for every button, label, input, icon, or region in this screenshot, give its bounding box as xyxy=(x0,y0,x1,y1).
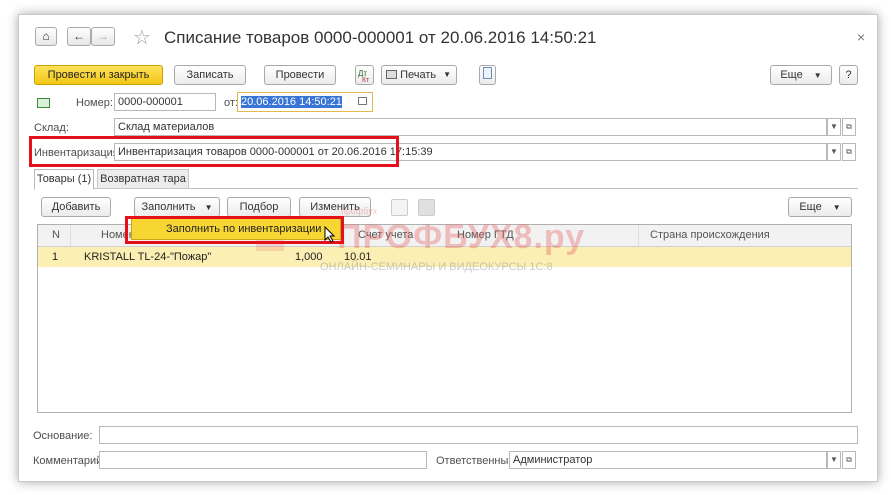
responsible-label: Ответственный: xyxy=(436,455,518,467)
watermark-subtitle: ОНЛАЙН-СЕМИНАРЫ И ВИДЕОКУРСЫ 1С:8 xyxy=(320,261,553,273)
post-and-close-button[interactable]: Провести и закрыть xyxy=(34,65,163,85)
inventory-open-icon[interactable]: ⧉ xyxy=(842,143,856,161)
basis-field[interactable] xyxy=(99,426,858,444)
responsible-dropdown-icon[interactable]: ▼ xyxy=(827,451,841,469)
fill-label: Заполнить xyxy=(141,201,196,213)
close-icon[interactable]: × xyxy=(857,29,865,45)
back-button[interactable]: ← xyxy=(67,27,91,46)
warehouse-open-icon[interactable]: ⧉ xyxy=(842,118,856,136)
table-more-label: Еще xyxy=(799,201,822,213)
row-quantity: 1,000 xyxy=(295,251,323,263)
favorite-star-icon[interactable]: ☆ xyxy=(133,25,151,50)
paste-icon[interactable] xyxy=(418,199,435,216)
inventory-dropdown-icon[interactable]: ▼ xyxy=(827,143,841,161)
select-button[interactable]: Подбор xyxy=(227,197,291,217)
more-actions-button[interactable]: Еще ▼ xyxy=(770,65,832,85)
highlight-inventory-box xyxy=(29,136,399,167)
print-button[interactable]: Печать ▼ xyxy=(381,65,457,85)
responsible-field[interactable]: Администратор xyxy=(509,451,827,469)
column-header-country[interactable]: Страна происхождения xyxy=(638,225,851,246)
table-more-button[interactable]: Еще ▼ xyxy=(788,197,852,217)
comment-field[interactable] xyxy=(99,451,427,469)
comment-label: Комментарий: xyxy=(33,455,106,467)
cursor-pointer-icon xyxy=(324,226,336,243)
date-field[interactable]: 20.06.2016 14:50:21 xyxy=(237,92,373,112)
post-button[interactable]: Провести xyxy=(264,65,336,85)
chevron-down-icon: ▼ xyxy=(832,203,841,212)
watermark-title: ПРОФБУХ8.ру xyxy=(337,218,586,256)
dt-kt-button[interactable]: Дт Кт xyxy=(355,65,374,85)
print-label: Печать xyxy=(400,69,437,81)
fill-button[interactable]: Заполнить ▼ xyxy=(134,197,220,217)
date-value: 20.06.2016 14:50:21 xyxy=(241,96,342,108)
tab-returnable-containers[interactable]: Возвратная тара xyxy=(97,169,189,189)
warehouse-field[interactable]: Склад материалов xyxy=(114,118,827,136)
document-icon xyxy=(483,67,492,79)
warehouse-dropdown-icon[interactable]: ▼ xyxy=(827,118,841,136)
highlight-menu-box xyxy=(125,216,344,244)
responsible-open-icon[interactable]: ⧉ xyxy=(842,451,856,469)
basis-label: Основание: xyxy=(33,430,93,442)
home-icon: ⌂ xyxy=(42,29,50,43)
number-field[interactable]: 0000-000001 xyxy=(114,93,216,111)
more-label: Еще xyxy=(780,69,803,81)
document-window: ⌂ ← → ☆ Списание товаров 0000-000001 от … xyxy=(18,14,878,482)
report-button[interactable] xyxy=(479,65,496,85)
date-label: от: xyxy=(224,97,238,109)
warehouse-label: Склад: xyxy=(34,122,69,134)
printer-icon xyxy=(386,70,397,79)
copy-icon[interactable] xyxy=(391,199,408,216)
row-number: 1 xyxy=(52,251,59,263)
add-button[interactable]: Добавить xyxy=(41,197,111,217)
tab-goods[interactable]: Товары (1) xyxy=(34,169,94,190)
arrow-left-icon: ← xyxy=(73,29,85,43)
dt-kt-icon: Дт Кт xyxy=(358,69,370,84)
document-status-icon xyxy=(37,98,50,108)
page-title: Списание товаров 0000-000001 от 20.06.20… xyxy=(164,28,597,47)
forward-button[interactable]: → xyxy=(91,27,115,46)
help-button[interactable]: ? xyxy=(839,65,858,85)
watermark-prefix: профбух xyxy=(341,206,378,216)
chevron-down-icon: ▼ xyxy=(813,71,822,80)
svg-text:Кт: Кт xyxy=(362,77,370,84)
home-button[interactable]: ⌂ xyxy=(35,27,57,46)
arrow-right-icon: → xyxy=(97,29,109,43)
calendar-icon[interactable] xyxy=(358,97,367,105)
column-header-n[interactable]: N xyxy=(38,225,70,246)
number-label: Номер: xyxy=(76,97,113,109)
row-item: KRISTALL TL-24-"Пожар" xyxy=(84,251,212,263)
save-button[interactable]: Записать xyxy=(174,65,246,85)
chevron-down-icon: ▼ xyxy=(204,203,213,212)
chevron-down-icon: ▼ xyxy=(443,70,451,79)
